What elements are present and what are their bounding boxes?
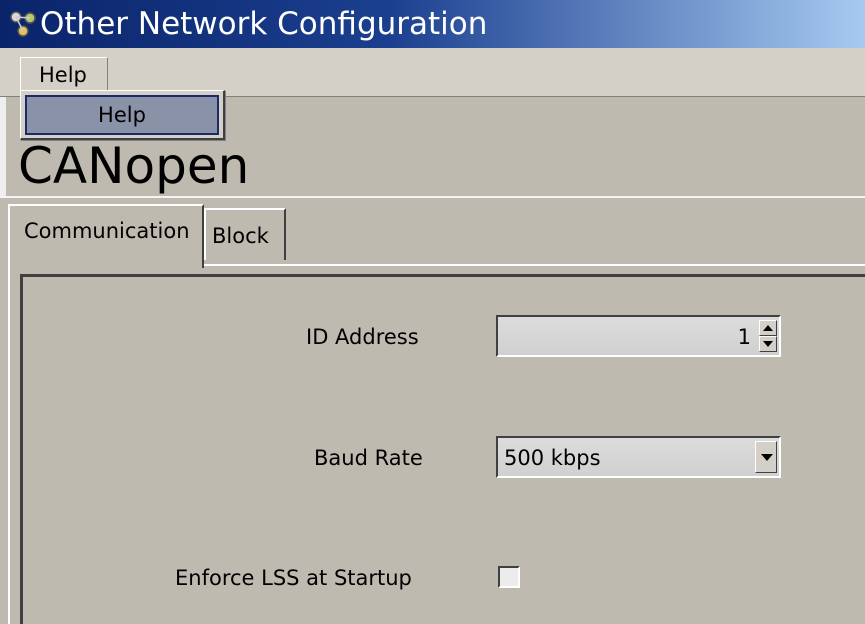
baud-rate-select[interactable]: 500 kbps bbox=[496, 436, 781, 478]
baud-rate-value: 500 kbps bbox=[504, 446, 601, 470]
chevron-down-icon bbox=[761, 454, 773, 461]
spin-up-button[interactable] bbox=[759, 320, 777, 336]
spinner-buttons bbox=[759, 320, 777, 352]
baud-rate-label: Baud Rate bbox=[314, 446, 423, 470]
dropdown-item-help[interactable]: Help bbox=[25, 95, 219, 135]
arrow-up-icon bbox=[763, 325, 773, 331]
page-title: CANopen bbox=[18, 137, 250, 195]
menu-help[interactable]: Help bbox=[20, 57, 108, 93]
id-address-value: 1 bbox=[737, 325, 751, 349]
tab-strip: Communication Block bbox=[0, 198, 865, 268]
enforce-lss-checkbox[interactable] bbox=[498, 566, 520, 588]
id-address-spinner[interactable]: 1 bbox=[496, 315, 781, 357]
help-dropdown-menu: Help bbox=[20, 90, 225, 140]
arrow-down-icon bbox=[763, 341, 773, 347]
id-address-label: ID Address bbox=[306, 325, 419, 349]
tab-block[interactable]: Block bbox=[204, 208, 286, 260]
window-title: Other Network Configuration bbox=[40, 6, 488, 42]
tab-communication[interactable]: Communication bbox=[8, 204, 204, 268]
title-bar: Other Network Configuration bbox=[0, 0, 865, 48]
network-icon bbox=[10, 11, 36, 37]
spin-down-button[interactable] bbox=[759, 336, 777, 352]
baud-rate-dropdown-button[interactable] bbox=[755, 441, 777, 473]
enforce-lss-label: Enforce LSS at Startup bbox=[175, 566, 412, 590]
